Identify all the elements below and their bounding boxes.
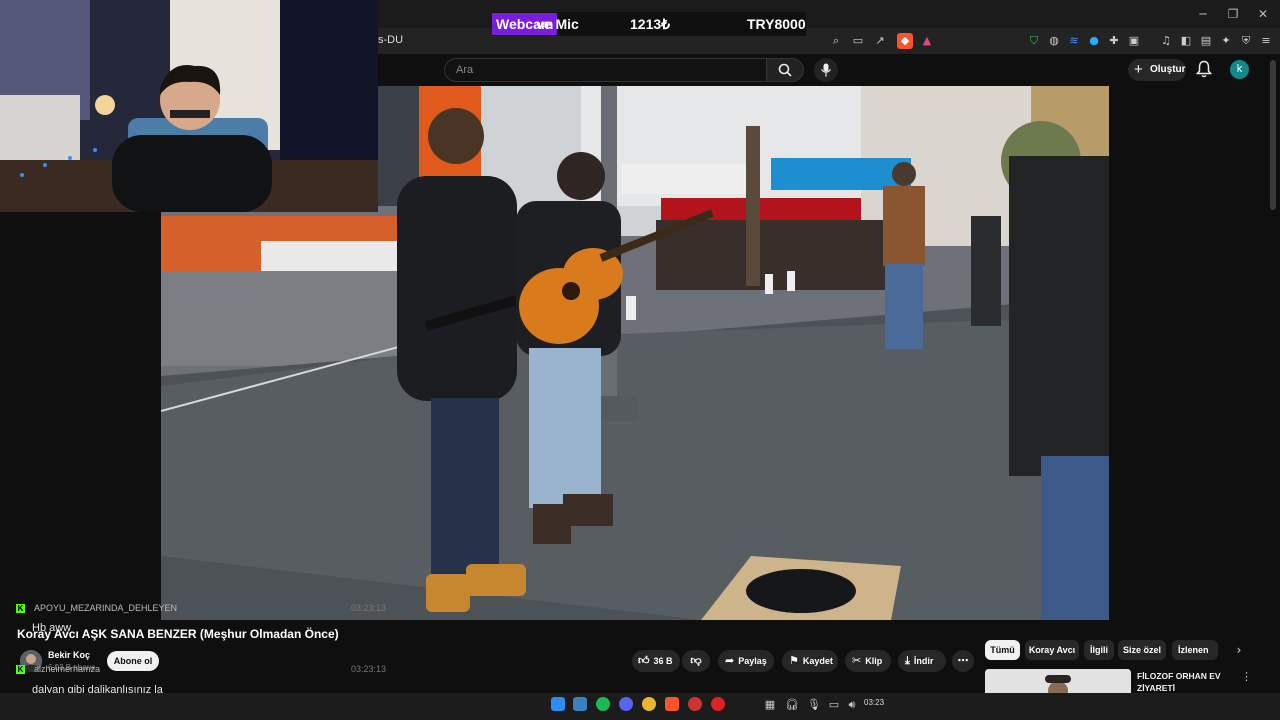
tray-apps-icon[interactable]: ▦ <box>762 697 778 713</box>
download-label: İndir <box>913 656 934 666</box>
vpn-shield-icon[interactable]: ⛉ <box>1026 33 1042 49</box>
save-label: Kaydet <box>802 656 833 666</box>
extension-wave-icon[interactable]: ≋ <box>1066 33 1082 49</box>
tab-manager-icon[interactable]: ▣ <box>1126 33 1142 49</box>
cast-icon[interactable]: ▭ <box>850 33 866 49</box>
microphone-icon <box>821 63 831 77</box>
chat-username: APOYU_MEZARINDA_DEHLEYEN <box>34 603 178 613</box>
chat-timestamp: 03:23:13 <box>351 603 387 613</box>
chip-1[interactable]: Koray Avcı <box>1025 640 1079 660</box>
notifications-button[interactable] <box>1195 60 1214 78</box>
subscribe-button[interactable]: Abone ol <box>107 651 159 671</box>
clip-button[interactable]: ✂ Klip <box>845 650 891 672</box>
plus-icon: + <box>1134 61 1143 78</box>
kick-logo-icon: K <box>16 665 25 674</box>
vertical-dots-icon[interactable]: ⋮ <box>1241 670 1252 683</box>
share-arrow-icon: ➦ <box>725 654 735 667</box>
streamer-webcam <box>0 0 378 212</box>
start-windows-icon[interactable] <box>551 697 565 711</box>
browser-app-icon[interactable] <box>573 697 587 711</box>
close-icon[interactable]: ✕ <box>1248 4 1278 24</box>
wallet-icon[interactable]: ▤ <box>1198 33 1214 49</box>
bookmark-icon: ⚑ <box>789 654 799 667</box>
thumbs-down-icon: 👎︎ <box>690 654 702 667</box>
chat-timestamp: 03:23:13 <box>351 664 387 674</box>
chevron-right-icon[interactable]: › <box>1230 640 1248 660</box>
try-amount: TRY8000 <box>747 16 806 32</box>
chip-3[interactable]: Size özel <box>1118 640 1166 660</box>
like-count: 36 B <box>653 656 673 666</box>
volume-icon[interactable]: 🔊︎ <box>844 697 860 713</box>
share-page-icon[interactable]: ↗ <box>872 33 888 49</box>
share-button[interactable]: ➦ Paylaş <box>718 650 774 672</box>
brave-shield-icon[interactable]: ◆ <box>897 33 913 49</box>
chip-4[interactable]: İzlenen <box>1172 640 1218 660</box>
search-icon <box>778 63 792 77</box>
sidebar-icon[interactable]: ◧ <box>1178 33 1194 49</box>
brave-rewards-icon[interactable]: ▲ <box>919 33 935 49</box>
page-scrollbar[interactable] <box>1270 60 1276 210</box>
scissors-icon: ✂ <box>852 654 862 667</box>
spotify-icon[interactable] <box>596 697 610 711</box>
menu-icon[interactable]: ≡ <box>1258 33 1274 49</box>
restore-icon[interactable]: ❐ <box>1218 4 1248 24</box>
chip-2[interactable]: İlgili <box>1084 640 1114 660</box>
taskbar-clock[interactable]: 03:23 <box>864 698 884 707</box>
download-icon: ⤓ <box>905 654 910 667</box>
minimize-icon[interactable]: ─ <box>1188 4 1218 24</box>
headset-icon[interactable]: 🎧︎ <box>784 697 800 713</box>
search-button[interactable] <box>766 58 804 82</box>
account-avatar[interactable]: k <box>1230 60 1249 79</box>
extension-game-icon[interactable]: ◍ <box>1046 33 1062 49</box>
vpn-icon[interactable]: ⛨ <box>1238 33 1254 49</box>
windows-taskbar <box>0 693 1280 720</box>
video-title: Koray Avcı AŞK SANA BENZER (Meşhur Olmad… <box>17 627 339 641</box>
bell-icon <box>1195 60 1213 78</box>
like-button[interactable]: 👍︎ 36 B <box>632 650 680 672</box>
mic-label: ve Mic <box>536 16 579 32</box>
save-button[interactable]: ⚑ Kaydet <box>782 650 838 672</box>
recommendation-title[interactable]: FİLOZOF ORHAN EV ZİYARETİ <box>1137 670 1237 694</box>
clip-label: Klip <box>865 656 883 666</box>
more-dots-icon: ⋯ <box>957 654 969 667</box>
app-red-icon[interactable] <box>711 697 725 711</box>
zoom-icon[interactable]: ⌕ <box>828 33 844 49</box>
dislike-button[interactable]: 👎︎ <box>682 650 710 672</box>
chip-0[interactable]: Tümü <box>985 640 1020 660</box>
extension-circle-icon[interactable]: ● <box>1086 33 1102 49</box>
chat-username: alzheimerhamza <box>34 664 101 674</box>
obs-icon[interactable] <box>688 697 702 711</box>
ai-sparkle-icon[interactable]: ✦ <box>1218 33 1234 49</box>
display-icon[interactable]: ▭ <box>826 697 842 713</box>
channel-name[interactable]: Bekir Koç <box>48 650 90 660</box>
voice-search-button[interactable] <box>814 58 838 82</box>
more-actions-button[interactable]: ⋯ <box>952 650 974 672</box>
discord-icon[interactable] <box>619 697 633 711</box>
download-button[interactable]: ⤓ İndir <box>898 650 946 672</box>
brave-icon[interactable] <box>665 697 679 711</box>
address-bar-url[interactable]: s-DU <box>378 34 403 46</box>
share-label: Paylaş <box>738 656 767 666</box>
search-input[interactable] <box>454 61 758 79</box>
create-label: Oluştur <box>1150 64 1186 75</box>
media-music-icon[interactable]: ♫ <box>1158 33 1174 49</box>
kick-logo-icon: K <box>16 604 25 613</box>
webcam-frame <box>0 0 378 212</box>
extensions-puzzle-icon[interactable]: ✚ <box>1106 33 1122 49</box>
thumbs-up-icon: 👍︎ <box>638 654 650 667</box>
chat-overlay <box>0 212 161 620</box>
coins-amount: 1213₺ <box>630 16 671 32</box>
chrome-icon[interactable] <box>642 697 656 711</box>
mic-tray-icon[interactable]: 🎙︎ <box>806 697 822 713</box>
